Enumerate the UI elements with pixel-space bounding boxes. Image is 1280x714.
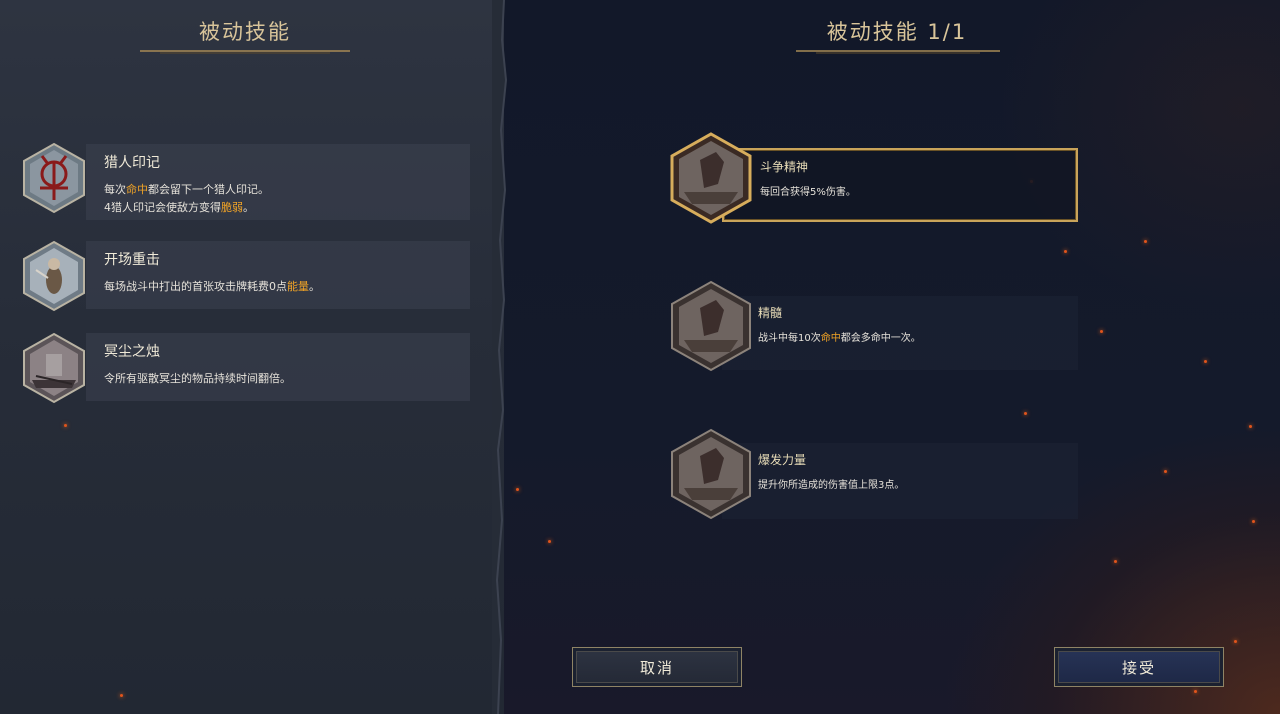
- ember-particle: [1252, 520, 1255, 523]
- ember-particle: [1114, 560, 1117, 563]
- title-underline: [796, 50, 1000, 54]
- skill-choice[interactable]: 精髓 战斗中每10次命中都会多命中一次。: [722, 296, 1078, 370]
- skill-description: 每次命中都会留下一个猎人印记。: [104, 183, 269, 196]
- choice-name: 斗争精神: [760, 160, 809, 174]
- cancel-button[interactable]: 取消: [572, 647, 742, 687]
- skill-choice-selected[interactable]: 斗争精神 每回合获得5%伤害。: [722, 148, 1078, 222]
- equipped-skill-row[interactable]: 猎人印记 每次命中都会留下一个猎人印记。 4猎人印记会使敌方变得脆弱。: [86, 144, 470, 220]
- ember-particle: [548, 540, 551, 543]
- ember-particle: [1194, 690, 1197, 693]
- choice-description: 每回合获得5%伤害。: [760, 187, 856, 198]
- skill-description: 4猎人印记会使敌方变得脆弱。: [104, 201, 254, 214]
- fighting-spirit-icon[interactable]: [670, 132, 752, 224]
- accept-button[interactable]: 接受: [1054, 647, 1224, 687]
- skill-description: 令所有驱散冥尘的物品持续时间翻倍。: [104, 372, 291, 385]
- choice-name: 爆发力量: [758, 453, 807, 467]
- right-panel-title: 被动技能 1/1: [826, 20, 968, 44]
- choice-name: 精髓: [758, 306, 783, 320]
- torn-edge-divider: [492, 0, 508, 714]
- ember-particle: [1249, 425, 1252, 428]
- ember-particle: [1024, 412, 1027, 415]
- burst-power-icon[interactable]: [670, 428, 752, 520]
- dust-candle-icon: [23, 332, 85, 404]
- opening-strike-icon: [23, 240, 85, 312]
- equipped-skill-row[interactable]: 冥尘之烛 令所有驱散冥尘的物品持续时间翻倍。: [86, 333, 470, 401]
- skill-name: 冥尘之烛: [104, 344, 160, 360]
- ember-particle: [120, 694, 123, 697]
- skill-name: 猎人印记: [104, 155, 160, 171]
- skill-description: 每场战斗中打出的首张攻击牌耗费0点能量。: [104, 280, 320, 293]
- left-panel-title: 被动技能: [199, 20, 291, 44]
- equipped-skill-row[interactable]: 开场重击 每场战斗中打出的首张攻击牌耗费0点能量。: [86, 241, 470, 309]
- essence-icon[interactable]: [670, 280, 752, 372]
- skill-name: 开场重击: [104, 252, 160, 268]
- ember-particle: [1100, 330, 1103, 333]
- ember-particle: [1144, 240, 1147, 243]
- ember-particle: [64, 424, 67, 427]
- ember-particle: [1064, 250, 1067, 253]
- skill-choice[interactable]: 爆发力量 提升你所造成的伤害值上限3点。: [722, 443, 1078, 519]
- choice-description: 提升你所造成的伤害值上限3点。: [758, 480, 905, 491]
- choice-description: 战斗中每10次命中都会多命中一次。: [758, 333, 921, 344]
- ember-particle: [1234, 640, 1237, 643]
- ember-particle: [1164, 470, 1167, 473]
- title-underline: [140, 50, 350, 54]
- hunter-mark-icon: [23, 142, 85, 214]
- ember-particle: [1204, 360, 1207, 363]
